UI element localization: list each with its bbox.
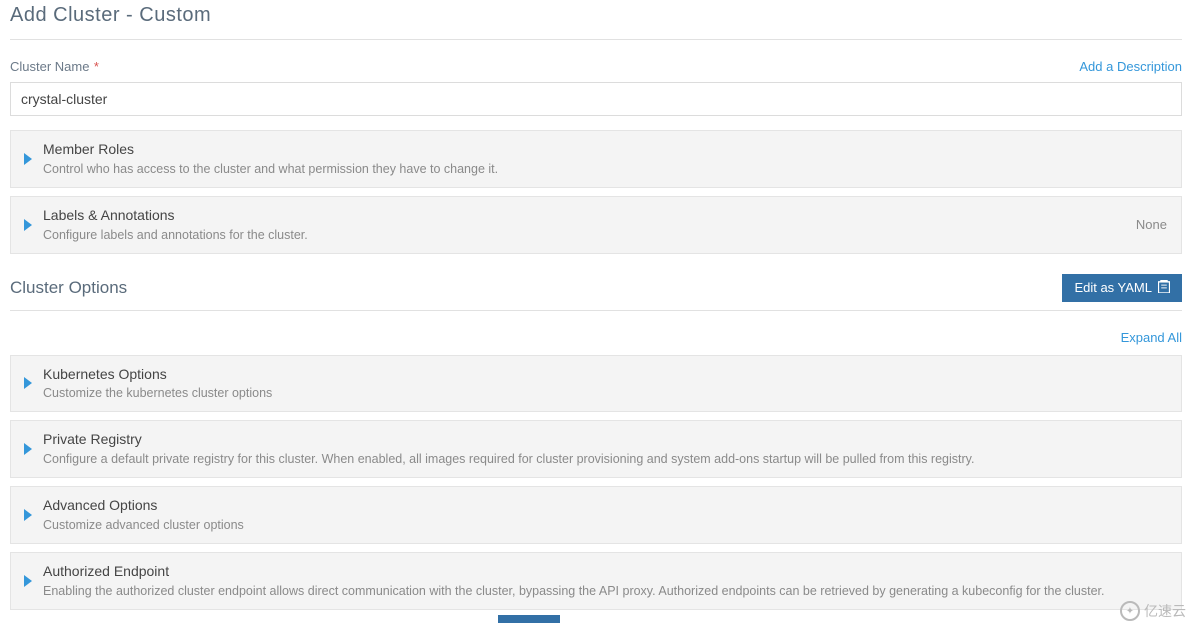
chevron-right-icon <box>21 219 35 231</box>
cluster-options-heading: Cluster Options <box>10 278 127 298</box>
expander-private-registry[interactable]: Private Registry Configure a default pri… <box>10 420 1182 478</box>
chevron-right-icon <box>21 509 35 521</box>
expander-subtitle: Configure a default private registry for… <box>43 451 1167 468</box>
expander-member-roles[interactable]: Member Roles Control who has access to t… <box>10 130 1182 188</box>
expander-subtitle: Enabling the authorized cluster endpoint… <box>43 583 1167 600</box>
chevron-right-icon <box>21 443 35 455</box>
cluster-name-input[interactable] <box>10 82 1182 116</box>
expander-right-value: None <box>1136 217 1167 232</box>
chevron-right-icon <box>21 153 35 165</box>
edit-as-yaml-button[interactable]: Edit as YAML <box>1062 274 1182 302</box>
expander-kubernetes-options[interactable]: Kubernetes Options Customize the kuberne… <box>10 355 1182 413</box>
yaml-button-label: Edit as YAML <box>1074 280 1152 295</box>
expander-authorized-endpoint[interactable]: Authorized Endpoint Enabling the authori… <box>10 552 1182 610</box>
expander-title: Kubernetes Options <box>43 365 1167 384</box>
expander-title: Advanced Options <box>43 496 1167 515</box>
watermark-text: 亿速云 <box>1144 601 1186 621</box>
expander-advanced-options[interactable]: Advanced Options Customize advanced clus… <box>10 486 1182 544</box>
expander-title: Private Registry <box>43 430 1167 449</box>
expander-subtitle: Control who has access to the cluster an… <box>43 161 1167 178</box>
expander-title: Authorized Endpoint <box>43 562 1167 581</box>
watermark: ✦ 亿速云 <box>1120 601 1186 621</box>
divider <box>10 39 1182 40</box>
divider <box>10 310 1182 311</box>
clipboard-icon <box>1158 280 1170 296</box>
expand-all-link[interactable]: Expand All <box>1121 330 1182 345</box>
watermark-icon: ✦ <box>1120 601 1140 621</box>
expander-title: Member Roles <box>43 140 1167 159</box>
required-mark: * <box>94 59 99 74</box>
cluster-name-label: Cluster Name <box>10 59 89 74</box>
page-title: Add Cluster - Custom <box>10 4 1182 39</box>
expander-subtitle: Configure labels and annotations for the… <box>43 227 1128 244</box>
primary-action-button[interactable] <box>498 615 560 623</box>
expander-labels-annotations[interactable]: Labels & Annotations Configure labels an… <box>10 196 1182 254</box>
add-description-link[interactable]: Add a Description <box>1079 59 1182 74</box>
chevron-right-icon <box>21 575 35 587</box>
expander-subtitle: Customize the kubernetes cluster options <box>43 385 1167 402</box>
expander-subtitle: Customize advanced cluster options <box>43 517 1167 534</box>
chevron-right-icon <box>21 377 35 389</box>
expander-title: Labels & Annotations <box>43 206 1128 225</box>
